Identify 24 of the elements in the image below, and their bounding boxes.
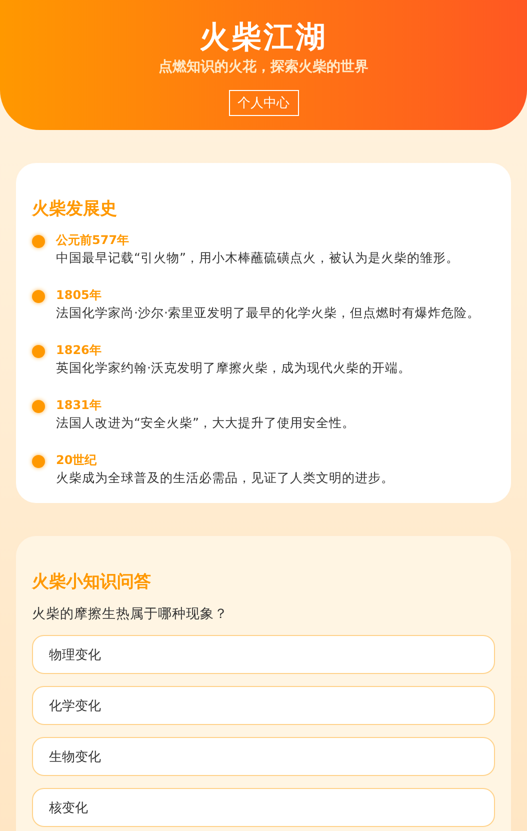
event-description: 中国最早记载“引火物”，用小木棒蘸硫磺点火，被认为是火柴的雏形。 [56,249,460,267]
event-description: 法国化学家尚·沙尔·索里亚发明了最早的化学火柴，但点燃时有爆炸危险。 [56,304,481,322]
timeline-dot-icon [32,345,45,358]
answer-option[interactable]: 核变化 [32,788,495,827]
quiz-question: 火柴的摩擦生热属于哪种现象？ [32,605,229,623]
answer-option[interactable]: 生物变化 [32,737,495,776]
event-description: 火柴成为全球普及的生活必需品，见证了人类文明的进步。 [56,469,395,487]
event-year: 公元前577年 [56,232,130,248]
event-description: 英国化学家约翰·沃克发明了摩擦火柴，成为现代火柴的开端。 [56,359,412,377]
event-year: 20世纪 [56,452,98,468]
timeline-dot-icon [32,455,45,468]
event-year: 1831年 [56,397,102,413]
event-year: 1826年 [56,342,102,358]
section-title: 火柴发展史 [32,198,118,220]
timeline-dot-icon [32,400,45,413]
timeline-dot-icon [32,235,45,248]
site-subtitle: 点燃知识的火花，探索火柴的世界 [158,58,368,76]
section-title: 火柴小知识问答 [32,571,152,593]
event-description: 法国人改进为“安全火柴”，大大提升了使用安全性。 [56,414,356,432]
event-year: 1805年 [56,287,102,303]
answer-option[interactable]: 物理变化 [32,635,495,674]
answer-option[interactable]: 化学变化 [32,686,495,725]
site-title: 火柴江湖 [200,19,328,57]
timeline-dot-icon [32,290,45,303]
